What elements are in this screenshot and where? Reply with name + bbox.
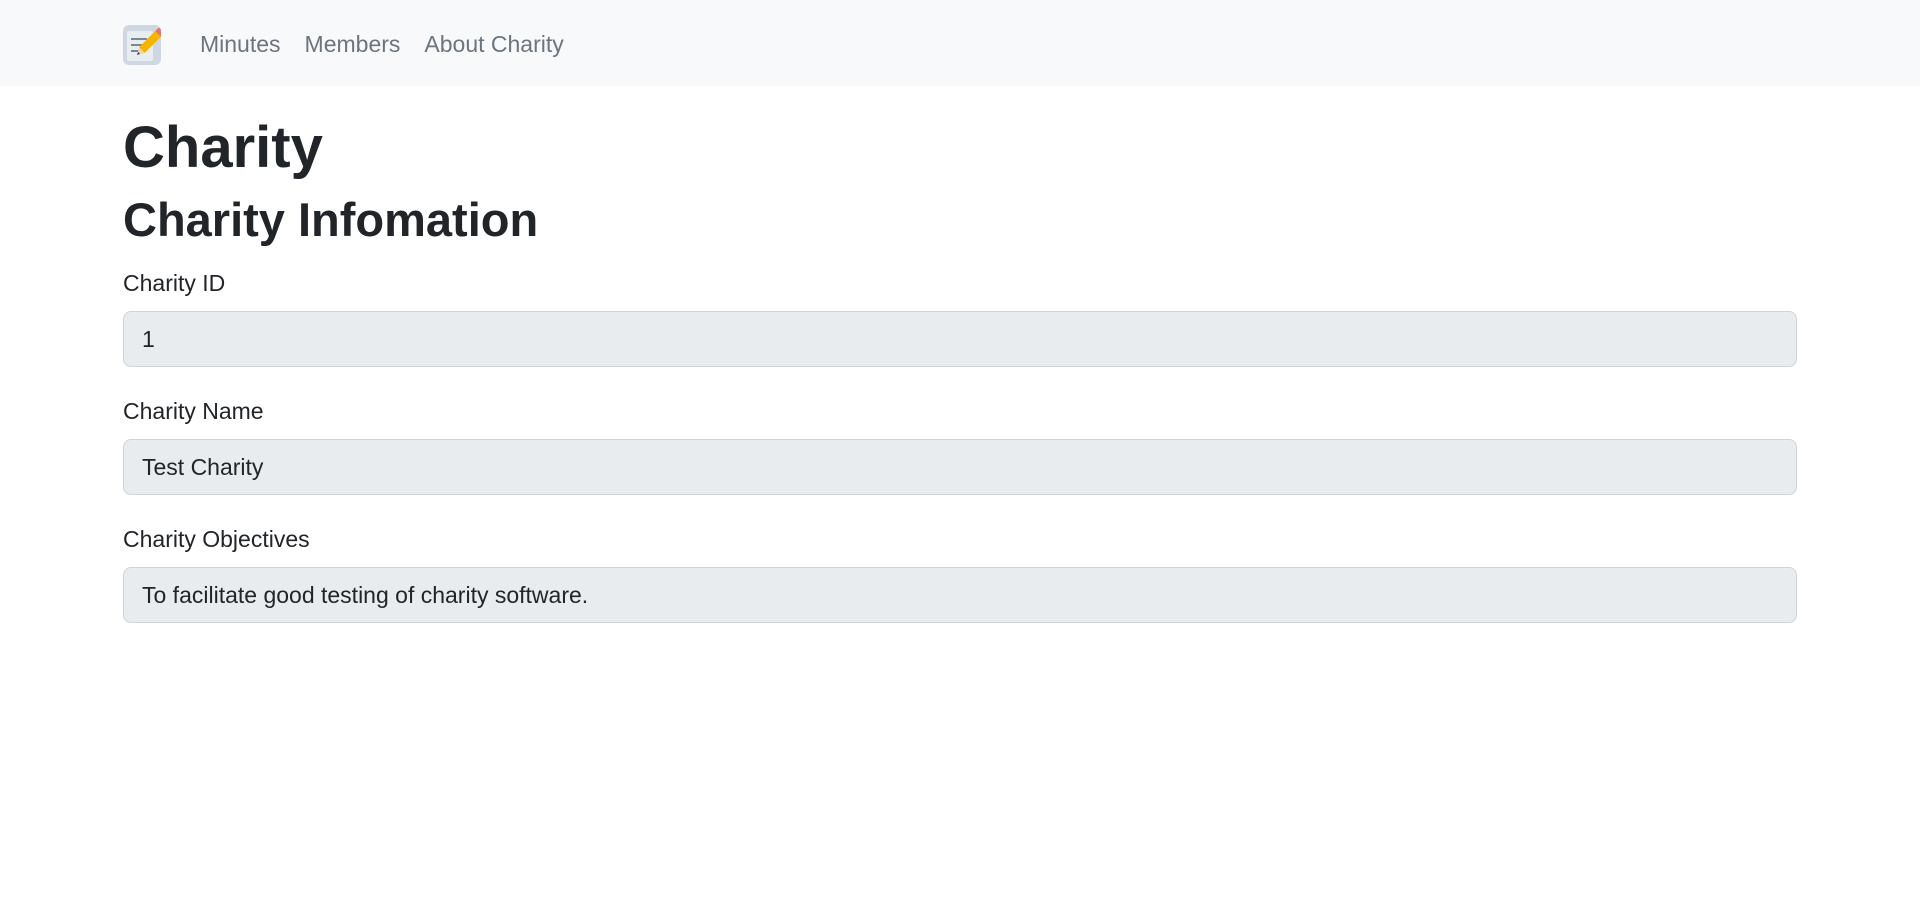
- nav-link-members[interactable]: Members: [305, 28, 401, 60]
- charity-name-field[interactable]: [123, 439, 1797, 495]
- charity-objectives-label: Charity Objectives: [123, 526, 310, 552]
- charity-objectives-field[interactable]: [123, 567, 1797, 623]
- nav-link-about-charity[interactable]: About Charity: [424, 28, 563, 60]
- charity-name-label: Charity Name: [123, 398, 264, 424]
- memo-pencil-icon: [127, 27, 161, 61]
- nav-links: Minutes Members About Charity: [200, 28, 564, 60]
- section-title: Charity Infomation: [123, 193, 539, 246]
- nav-link-minutes[interactable]: Minutes: [200, 28, 281, 60]
- navbar: Minutes Members About Charity: [0, 0, 1920, 86]
- charity-id-label: Charity ID: [123, 270, 226, 296]
- page-title: Charity: [123, 115, 323, 180]
- brand-logo-memo-icon[interactable]: [123, 25, 161, 65]
- charity-id-field[interactable]: [123, 311, 1797, 367]
